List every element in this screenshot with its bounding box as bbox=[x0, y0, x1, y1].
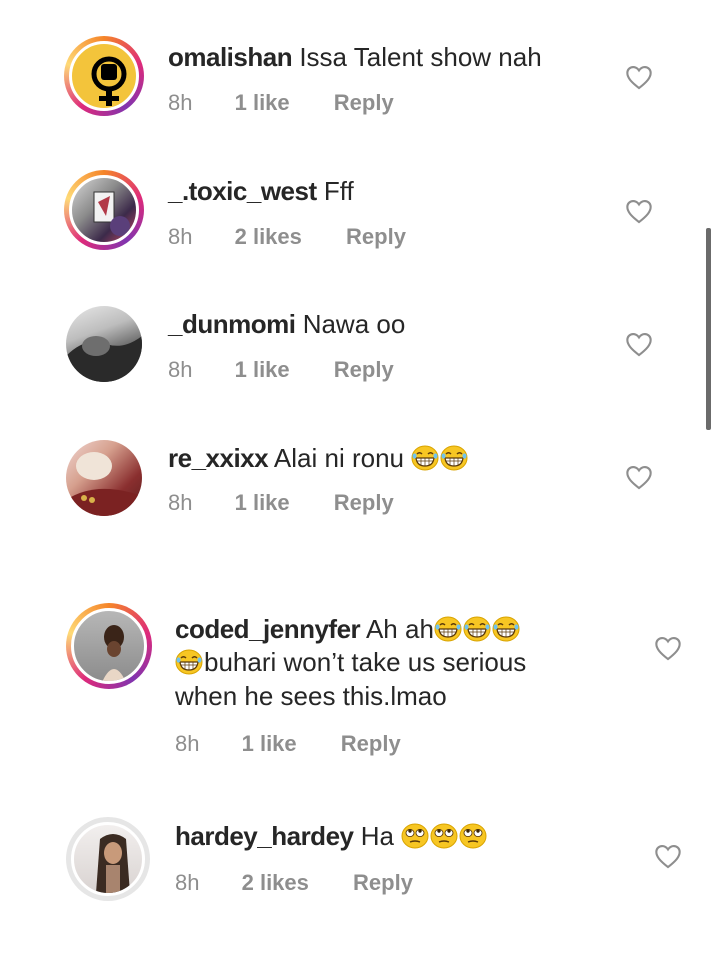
avatar-photo bbox=[102, 625, 126, 681]
scrollbar[interactable] bbox=[706, 228, 711, 430]
comment-text: re_xxixx Alai ni ronu bbox=[168, 441, 469, 475]
reply-button[interactable]: Reply bbox=[341, 731, 401, 756]
comment-body: Alai ni ronu bbox=[273, 443, 404, 473]
comment-time: 8h bbox=[168, 90, 193, 115]
laughing-emoji-icon bbox=[411, 445, 439, 471]
eye-roll-emoji-icon bbox=[401, 823, 429, 849]
avatar-photo bbox=[66, 336, 142, 382]
eye-roll-emoji-icon bbox=[430, 823, 458, 849]
eye-roll-emoji-icon bbox=[459, 823, 487, 849]
likes-count[interactable]: 2 likes bbox=[242, 870, 309, 895]
laughing-emoji-icon bbox=[440, 445, 468, 471]
comment-text: coded_jennyfer Ah ah bbox=[175, 612, 521, 646]
heart-icon[interactable] bbox=[625, 331, 653, 357]
avatar[interactable] bbox=[66, 603, 152, 689]
likes-count[interactable]: 1 like bbox=[242, 731, 297, 756]
username-link[interactable]: coded_jennyfer bbox=[175, 614, 361, 644]
avatar-photo bbox=[66, 452, 142, 516]
avatar[interactable] bbox=[64, 36, 144, 116]
comment-body: buhari won’t take us serious bbox=[204, 647, 527, 677]
likes-count[interactable]: 1 like bbox=[235, 90, 290, 115]
comment-meta: 8h 1 like Reply bbox=[168, 490, 394, 516]
comment-meta: 8h 1 like Reply bbox=[175, 731, 401, 757]
likes-count[interactable]: 1 like bbox=[235, 357, 290, 382]
laughing-emoji-icon bbox=[463, 616, 491, 642]
username-link[interactable]: hardey_hardey bbox=[175, 821, 354, 851]
comment-meta: 8h 2 likes Reply bbox=[168, 224, 406, 250]
comment-time: 8h bbox=[168, 224, 193, 249]
reply-button[interactable]: Reply bbox=[353, 870, 413, 895]
avatar[interactable] bbox=[66, 817, 150, 901]
likes-count[interactable]: 1 like bbox=[235, 490, 290, 515]
comment-body: Nawa oo bbox=[302, 309, 406, 339]
heart-icon[interactable] bbox=[625, 64, 653, 90]
comment-body: Fff bbox=[323, 176, 354, 206]
heart-icon[interactable] bbox=[654, 635, 682, 661]
username-link[interactable]: _.toxic_west bbox=[168, 176, 317, 206]
comment-meta: 8h 2 likes Reply bbox=[175, 870, 413, 896]
comment-text: _dunmomi Nawa oo bbox=[168, 307, 405, 341]
reply-button[interactable]: Reply bbox=[334, 490, 394, 515]
username-link[interactable]: re_xxixx bbox=[168, 443, 269, 473]
comment-time: 8h bbox=[175, 731, 200, 756]
comment-text: _.toxic_west Fff bbox=[168, 174, 354, 208]
comment-time: 8h bbox=[175, 870, 200, 895]
fist-female-symbol-icon bbox=[91, 56, 127, 106]
heart-icon[interactable] bbox=[654, 843, 682, 869]
comment-text: omalishan Issa Talent show nah bbox=[168, 40, 542, 74]
avatar[interactable] bbox=[66, 306, 142, 382]
comment-text: buhari won’t take us serious bbox=[175, 645, 526, 679]
avatar-photo bbox=[93, 191, 130, 236]
username-link[interactable]: _dunmomi bbox=[168, 309, 296, 339]
reply-button[interactable]: Reply bbox=[346, 224, 406, 249]
reply-button[interactable]: Reply bbox=[334, 90, 394, 115]
comment-meta: 8h 1 like Reply bbox=[168, 357, 394, 383]
comment-time: 8h bbox=[168, 490, 193, 515]
username-link[interactable]: omalishan bbox=[168, 42, 293, 72]
comment-text: hardey_hardey Ha bbox=[175, 819, 488, 853]
comment-text: when he sees this.lmao bbox=[175, 679, 447, 713]
heart-icon[interactable] bbox=[625, 198, 653, 224]
reply-button[interactable]: Reply bbox=[334, 357, 394, 382]
likes-count[interactable]: 2 likes bbox=[235, 224, 302, 249]
heart-icon[interactable] bbox=[625, 464, 653, 490]
laughing-emoji-icon bbox=[492, 616, 520, 642]
comment-body: when he sees this.lmao bbox=[175, 681, 447, 711]
comment-body: Ah ah bbox=[365, 614, 434, 644]
avatar-photo bbox=[96, 834, 130, 893]
laughing-emoji-icon bbox=[434, 616, 462, 642]
avatar[interactable] bbox=[64, 170, 144, 250]
comment-body: Issa Talent show nah bbox=[299, 42, 542, 72]
laughing-emoji-icon bbox=[175, 649, 203, 675]
comment-meta: 8h 1 like Reply bbox=[168, 90, 394, 116]
comment-time: 8h bbox=[168, 357, 193, 382]
avatar[interactable] bbox=[66, 440, 142, 516]
comment-body: Ha bbox=[360, 821, 394, 851]
